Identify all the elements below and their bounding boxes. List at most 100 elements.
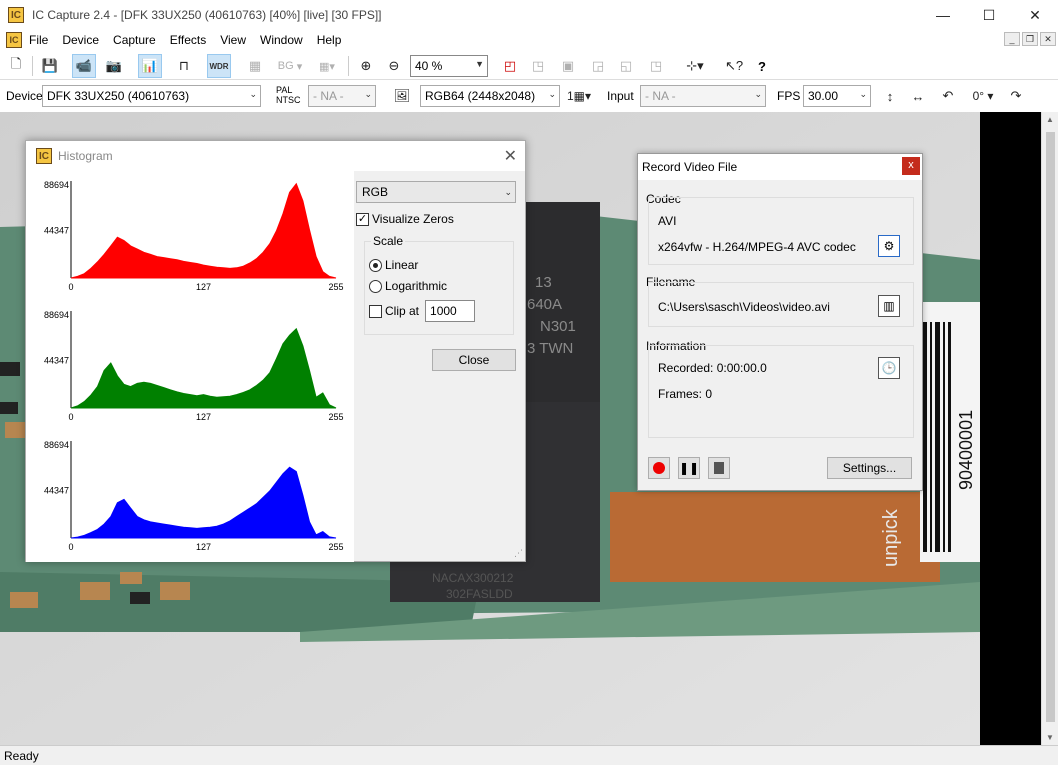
- trigger-icon[interactable]: ⊓: [172, 54, 196, 78]
- help-icon[interactable]: ?: [750, 54, 774, 78]
- video-norm-select: - NA - ⌄: [308, 85, 376, 107]
- app-icon[interactable]: IC: [8, 7, 24, 23]
- rotate-left-icon[interactable]: ↶: [936, 84, 960, 108]
- video-norm-value: - NA -: [313, 89, 344, 103]
- clock-icon[interactable]: 🕒: [878, 357, 900, 379]
- context-help-icon[interactable]: ↖?: [722, 54, 746, 78]
- histogram-area: [70, 182, 337, 279]
- codec-container: AVI: [658, 214, 677, 228]
- y-mid-label: 44347: [44, 356, 69, 366]
- format-select[interactable]: RGB64 (2448x2048) ⌄: [420, 85, 560, 107]
- record-title: Record Video File: [642, 160, 738, 174]
- close-button[interactable]: ✕: [1012, 0, 1058, 30]
- new-document-icon[interactable]: 🗋: [4, 54, 28, 78]
- chevron-down-icon: ▼: [475, 59, 484, 69]
- image-format-icon[interactable]: 🖼: [390, 84, 414, 108]
- network-dropdown-icon[interactable]: ⊹▾: [680, 54, 710, 78]
- logarithmic-label: Logarithmic: [385, 279, 448, 293]
- device-select[interactable]: DFK 33UX250 (40610763) ⌄: [42, 85, 261, 107]
- roi-copy-icon: ◱: [619, 58, 633, 73]
- mdi-system-icon[interactable]: IC: [6, 32, 22, 48]
- record-button[interactable]: [648, 457, 670, 479]
- device-label: Device: [6, 89, 43, 103]
- flip-horizontal-icon[interactable]: ↔: [906, 84, 930, 108]
- histogram-area: [70, 466, 337, 539]
- wdr-icon[interactable]: WDR: [207, 54, 231, 78]
- live-video-icon[interactable]: 📹: [72, 54, 96, 78]
- histogram-svg: 88694 44347 0 127 255 88694 44347 0 127 255 88694 4…: [44, 180, 344, 552]
- input-value: - NA -: [645, 89, 676, 103]
- menu-effects[interactable]: Effects: [163, 30, 213, 50]
- pause-button[interactable]: ❚❚: [678, 457, 700, 479]
- record-video-window: Record Video File x Codec AVI x264vfw - …: [637, 153, 923, 491]
- flip-vertical-icon[interactable]: ↕: [878, 84, 902, 108]
- zoom-in-icon[interactable]: ⊕: [354, 54, 378, 78]
- minimize-button[interactable]: —: [920, 0, 966, 30]
- record-title-bar[interactable]: Record Video File x: [638, 154, 922, 180]
- mdi-close-icon[interactable]: ✕: [1040, 32, 1056, 46]
- scroll-down-icon[interactable]: ▼: [1046, 733, 1054, 742]
- menu-capture[interactable]: Capture: [106, 30, 163, 50]
- scroll-up-icon[interactable]: ▲: [1046, 115, 1054, 124]
- menu-window[interactable]: Window: [253, 30, 310, 50]
- zoom-select[interactable]: 40 % ▼: [410, 55, 488, 77]
- histogram-title-bar[interactable]: IC Histogram ✕: [26, 141, 525, 171]
- fps-select[interactable]: 30.00 ⌄: [803, 85, 871, 107]
- snapshot-camera-icon[interactable]: 📷: [102, 54, 126, 78]
- resize-grip-icon[interactable]: ⋰: [514, 548, 523, 559]
- menu-bar: IC File Device Capture Effects View Wind…: [0, 30, 1058, 50]
- roi-icon[interactable]: ◰: [498, 54, 522, 78]
- linear-radio[interactable]: Linear: [369, 258, 418, 272]
- vertical-scrollbar[interactable]: ▲ ▼: [1041, 112, 1058, 745]
- y-max-label: 88694: [44, 310, 69, 320]
- close-icon[interactable]: ✕: [504, 146, 517, 166]
- browse-folder-icon[interactable]: ▥: [878, 295, 900, 317]
- chip-marking-line: 3 TWN: [527, 340, 573, 357]
- x-tick-label: 255: [328, 282, 343, 292]
- mdi-minimize-icon[interactable]: _: [1004, 32, 1020, 46]
- x-tick-label: 255: [328, 412, 343, 422]
- channel-select[interactable]: RGB ⌄: [356, 181, 516, 203]
- zoom-out-icon[interactable]: ⊖: [382, 54, 406, 78]
- frames-count: Frames: 0: [658, 387, 713, 401]
- pal-ntsc-label: PAL NTSC: [276, 85, 301, 105]
- clip-label: Clip at: [385, 304, 420, 318]
- record-settings-button[interactable]: Settings...: [827, 457, 912, 479]
- rotation-dropdown[interactable]: 0° ▾: [966, 84, 1000, 108]
- histogram-window: IC Histogram ✕ 88694 44347 0 127 255 88694 443…: [25, 140, 526, 562]
- rotate-right-icon[interactable]: ↷: [1004, 84, 1028, 108]
- save-icon[interactable]: 💾: [38, 54, 62, 78]
- visualize-zeros-label: Visualize Zeros: [372, 212, 454, 226]
- visualize-zeros-checkbox[interactable]: ✓ Visualize Zeros: [356, 212, 454, 226]
- checkbox-empty-icon: [369, 304, 382, 318]
- y-mid-label: 44347: [44, 226, 69, 236]
- binning-value: 1: [566, 89, 574, 103]
- stop-button[interactable]: [708, 457, 730, 479]
- x-tick-label: 127: [196, 282, 211, 292]
- menu-help[interactable]: Help: [310, 30, 349, 50]
- maximize-button[interactable]: ☐: [966, 0, 1012, 30]
- roi-center-icon: ▣: [561, 58, 575, 73]
- clip-checkbox[interactable]: Clip at 1000: [369, 300, 476, 322]
- x-tick-label: 0: [68, 412, 73, 422]
- codec-name: x264vfw - H.264/MPEG-4 AVC codec: [658, 240, 856, 254]
- menu-file[interactable]: File: [22, 30, 55, 50]
- logarithmic-radio[interactable]: Logarithmic: [369, 279, 447, 293]
- filename-value: C:\Users\sasch\Videos\video.avi: [658, 300, 830, 314]
- stop-icon: [714, 462, 724, 474]
- record-close-button[interactable]: x: [902, 157, 920, 175]
- roi-move-icon: ◲: [591, 58, 605, 73]
- codec-settings-icon[interactable]: ⚙: [878, 235, 900, 257]
- binning-dropdown[interactable]: 1 ▦▾: [562, 84, 596, 108]
- menu-view[interactable]: View: [213, 30, 253, 50]
- scrollbar-thumb[interactable]: [1046, 132, 1055, 722]
- histogram-app-icon: IC: [36, 148, 52, 164]
- chevron-down-icon: ⌄: [504, 187, 512, 197]
- menu-device[interactable]: Device: [55, 30, 106, 50]
- y-max-label: 88694: [44, 180, 69, 190]
- clip-value-input[interactable]: 1000: [425, 300, 476, 322]
- main-toolbar: 🗋 💾 📹 📷 📊 ⊓ WDR ▦ BG ▾ ▦▾ ⊕ ⊖ 40 % ▼ ◰ ◳…: [0, 52, 1058, 80]
- histogram-icon[interactable]: 📊: [138, 54, 162, 78]
- histogram-close-button[interactable]: Close: [432, 349, 516, 371]
- mdi-restore-icon[interactable]: ❐: [1022, 32, 1038, 46]
